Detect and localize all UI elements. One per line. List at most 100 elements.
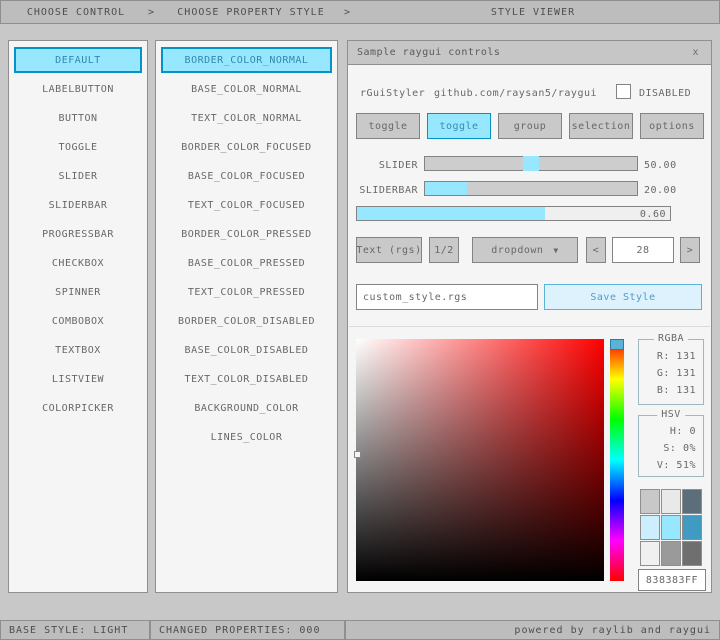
property-item-border-color-focused[interactable]: BORDER_COLOR_FOCUSED bbox=[161, 134, 332, 160]
hue-slider-handle[interactable] bbox=[610, 339, 624, 350]
rgba-groupbox: RGBA R: 131 G: 131 B: 131 bbox=[638, 339, 704, 405]
style-color-swatch[interactable] bbox=[682, 489, 702, 514]
property-item-base-color-normal[interactable]: BASE_COLOR_NORMAL bbox=[161, 76, 332, 102]
slider-track[interactable] bbox=[424, 156, 638, 171]
breadcrumb-bar: CHOOSE CONTROL > CHOOSE PROPERTY STYLE >… bbox=[0, 0, 720, 24]
control-item-listview[interactable]: LISTVIEW bbox=[14, 366, 142, 392]
repo-link[interactable]: github.com/raysan5/raygui bbox=[434, 87, 597, 101]
color-cursor[interactable] bbox=[354, 451, 361, 458]
rgba-blue-value: B: 131 bbox=[639, 382, 703, 399]
style-color-swatch[interactable] bbox=[661, 489, 681, 514]
toggle-group-item-2[interactable]: group bbox=[498, 113, 562, 139]
control-item-spinner[interactable]: SPINNER bbox=[14, 279, 142, 305]
style-color-swatch[interactable] bbox=[640, 489, 660, 514]
sliderbar-track[interactable] bbox=[424, 181, 638, 196]
dropdown-label: dropdown bbox=[491, 245, 543, 256]
hsv-title: HSV bbox=[657, 409, 685, 420]
hsv-value-value: V: 51% bbox=[639, 457, 703, 474]
text-rgs-button[interactable]: Text (rgs) bbox=[356, 237, 422, 263]
property-item-border-color-disabled[interactable]: BORDER_COLOR_DISABLED bbox=[161, 308, 332, 334]
control-item-default[interactable]: DEFAULT bbox=[14, 47, 142, 73]
progress-fill bbox=[357, 207, 545, 220]
control-item-sliderbar[interactable]: SLIDERBAR bbox=[14, 192, 142, 218]
status-powered-by-label: powered by raylib and raygui bbox=[514, 625, 711, 636]
property-item-base-color-disabled[interactable]: BASE_COLOR_DISABLED bbox=[161, 337, 332, 363]
sliderbar-label: SLIDERBAR bbox=[356, 184, 418, 198]
chevron-right-icon: > bbox=[148, 7, 155, 18]
control-item-progressbar[interactable]: PROGRESSBAR bbox=[14, 221, 142, 247]
save-style-button[interactable]: Save Style bbox=[544, 284, 702, 310]
chevron-right-icon: > bbox=[344, 7, 351, 18]
sliderbar-fill bbox=[425, 182, 467, 195]
rguistyler-app: CHOOSE CONTROL > CHOOSE PROPERTY STYLE >… bbox=[0, 0, 720, 640]
property-item-background-color[interactable]: BACKGROUND_COLOR bbox=[161, 395, 332, 421]
controls-list: DEFAULT LABELBUTTON BUTTON TOGGLE SLIDER… bbox=[8, 40, 148, 593]
status-changed-properties: CHANGED PROPERTIES: 000 bbox=[150, 620, 345, 640]
spinner-decrement-button[interactable]: < bbox=[586, 237, 606, 263]
hsv-saturation-value: S: 0% bbox=[639, 440, 703, 457]
property-item-text-color-disabled[interactable]: TEXT_COLOR_DISABLED bbox=[161, 366, 332, 392]
control-item-checkbox[interactable]: CHECKBOX bbox=[14, 250, 142, 276]
disabled-checkbox[interactable] bbox=[616, 84, 631, 99]
color-saturation-value-square[interactable] bbox=[356, 339, 604, 581]
close-icon[interactable]: x bbox=[689, 47, 702, 58]
status-powered-by: powered by raylib and raygui bbox=[345, 620, 720, 640]
toggle-group-item-0[interactable]: toggle bbox=[356, 113, 420, 139]
control-item-button[interactable]: BUTTON bbox=[14, 105, 142, 131]
hex-color-value-box[interactable]: 838383FF bbox=[638, 569, 706, 591]
rgba-green-value: G: 131 bbox=[639, 365, 703, 382]
spinner-value-box[interactable]: 28 bbox=[612, 237, 674, 263]
property-item-text-color-focused[interactable]: TEXT_COLOR_FOCUSED bbox=[161, 192, 332, 218]
property-item-text-color-normal[interactable]: TEXT_COLOR_NORMAL bbox=[161, 105, 332, 131]
property-item-lines-color[interactable]: LINES_COLOR bbox=[161, 424, 332, 450]
style-color-swatch[interactable] bbox=[640, 515, 660, 540]
hue-bar[interactable] bbox=[610, 339, 624, 581]
toggle-group-item-3[interactable]: selection bbox=[569, 113, 633, 139]
control-item-toggle[interactable]: TOGGLE bbox=[14, 134, 142, 160]
property-item-text-color-pressed[interactable]: TEXT_COLOR_PRESSED bbox=[161, 279, 332, 305]
half-size-button[interactable]: 1/2 bbox=[429, 237, 459, 263]
step-choose-control: CHOOSE CONTROL bbox=[1, 7, 151, 18]
hsv-groupbox: HSV H: 0 S: 0% V: 51% bbox=[638, 415, 704, 477]
style-color-swatch[interactable] bbox=[640, 541, 660, 566]
step-style-viewer: STYLE VIEWER bbox=[353, 7, 713, 18]
chevron-down-icon: ▼ bbox=[553, 246, 558, 255]
property-item-border-color-pressed[interactable]: BORDER_COLOR_PRESSED bbox=[161, 221, 332, 247]
property-item-base-color-focused[interactable]: BASE_COLOR_FOCUSED bbox=[161, 163, 332, 189]
control-item-textbox[interactable]: TEXTBOX bbox=[14, 337, 142, 363]
control-item-labelbutton[interactable]: LABELBUTTON bbox=[14, 76, 142, 102]
style-color-swatch[interactable] bbox=[661, 515, 681, 540]
progress-value: 0.60 bbox=[640, 209, 666, 220]
control-item-slider[interactable]: SLIDER bbox=[14, 163, 142, 189]
sliderbar-value: 20.00 bbox=[644, 184, 677, 198]
style-color-swatch[interactable] bbox=[682, 541, 702, 566]
toggle-group-item-4[interactable]: options bbox=[640, 113, 704, 139]
status-changed-properties-label: CHANGED PROPERTIES: 000 bbox=[159, 625, 320, 636]
sample-controls-window: Sample raygui controls x rGuiStyler gith… bbox=[347, 40, 712, 593]
slider-label: SLIDER bbox=[356, 159, 418, 173]
rgba-red-value: R: 131 bbox=[639, 348, 703, 365]
property-item-border-color-normal[interactable]: BORDER_COLOR_NORMAL bbox=[161, 47, 332, 73]
style-color-swatch[interactable] bbox=[661, 541, 681, 566]
progress-bar: 0.60 bbox=[356, 206, 671, 221]
slider-handle[interactable] bbox=[523, 156, 539, 171]
control-item-colorpicker[interactable]: COLORPICKER bbox=[14, 395, 142, 421]
disabled-checkbox-label: DISABLED bbox=[639, 87, 691, 101]
app-brand-label: rGuiStyler bbox=[360, 87, 425, 101]
status-base-style-label: BASE STYLE: LIGHT bbox=[9, 625, 128, 636]
spinner-increment-button[interactable]: > bbox=[680, 237, 700, 263]
status-base-style: BASE STYLE: LIGHT bbox=[0, 620, 150, 640]
toggle-group-item-1[interactable]: toggle bbox=[427, 113, 491, 139]
control-item-combobox[interactable]: COMBOBOX bbox=[14, 308, 142, 334]
section-divider bbox=[349, 326, 710, 327]
style-color-swatches bbox=[640, 489, 704, 566]
style-color-swatch[interactable] bbox=[682, 515, 702, 540]
property-item-base-color-pressed[interactable]: BASE_COLOR_PRESSED bbox=[161, 250, 332, 276]
rgba-title: RGBA bbox=[654, 333, 688, 344]
step-choose-property-style: CHOOSE PROPERTY STYLE bbox=[159, 7, 343, 18]
hsv-hue-value: H: 0 bbox=[639, 423, 703, 440]
window-titlebar: Sample raygui controls x bbox=[348, 41, 711, 65]
properties-list: BORDER_COLOR_NORMAL BASE_COLOR_NORMAL TE… bbox=[155, 40, 338, 593]
dropdown-box[interactable]: dropdown ▼ bbox=[472, 237, 578, 263]
filename-input[interactable] bbox=[356, 284, 538, 310]
